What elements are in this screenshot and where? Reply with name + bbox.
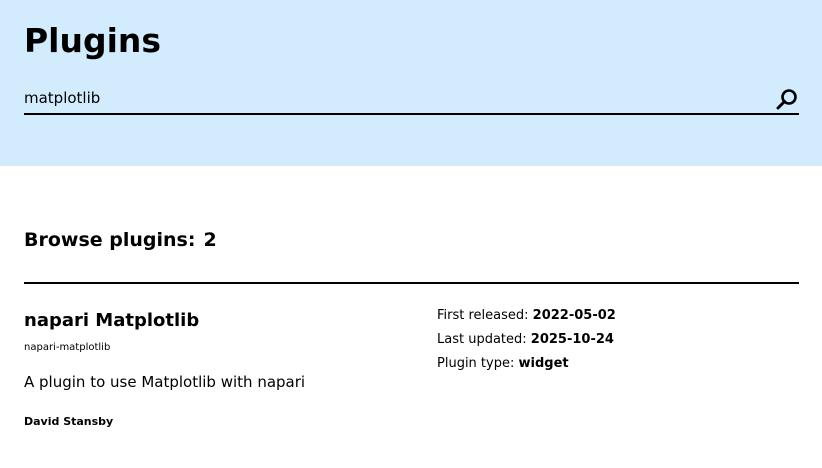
result-count: 2 [203,229,217,251]
last-updated-value: 2025-10-24 [530,332,614,347]
plugin-type-row: Plugin type: widget [437,352,616,376]
plugin-summary: A plugin to use Matplotlib with napari [24,373,306,391]
plugin-name[interactable]: napari Matplotlib [24,308,199,334]
page-title: Plugins [24,21,162,60]
first-released-row: First released: 2022-05-02 [437,304,616,328]
header-banner: Plugins [0,0,822,166]
plugin-type-label: Plugin type: [437,356,515,371]
search-button[interactable] [775,87,799,111]
plugin-author: David Stansby [24,415,114,428]
results-divider [24,282,799,284]
search-bar [24,84,799,115]
search-input[interactable] [24,84,764,113]
browse-heading: Browse plugins: 2 [24,226,217,254]
search-icon [776,89,797,110]
plugin-type-value: widget [518,356,569,371]
plugin-slug: napari-matplotlib [24,342,111,353]
first-released-value: 2022-05-02 [532,308,616,323]
plugin-card[interactable]: napari Matplotlib napari-matplotlib A pl… [24,300,799,450]
plugin-metadata: First released: 2022-05-02 Last updated:… [437,304,616,376]
last-updated-label: Last updated: [437,332,527,347]
last-updated-row: Last updated: 2025-10-24 [437,328,616,352]
first-released-label: First released: [437,308,529,323]
browse-label: Browse plugins: [24,229,196,251]
